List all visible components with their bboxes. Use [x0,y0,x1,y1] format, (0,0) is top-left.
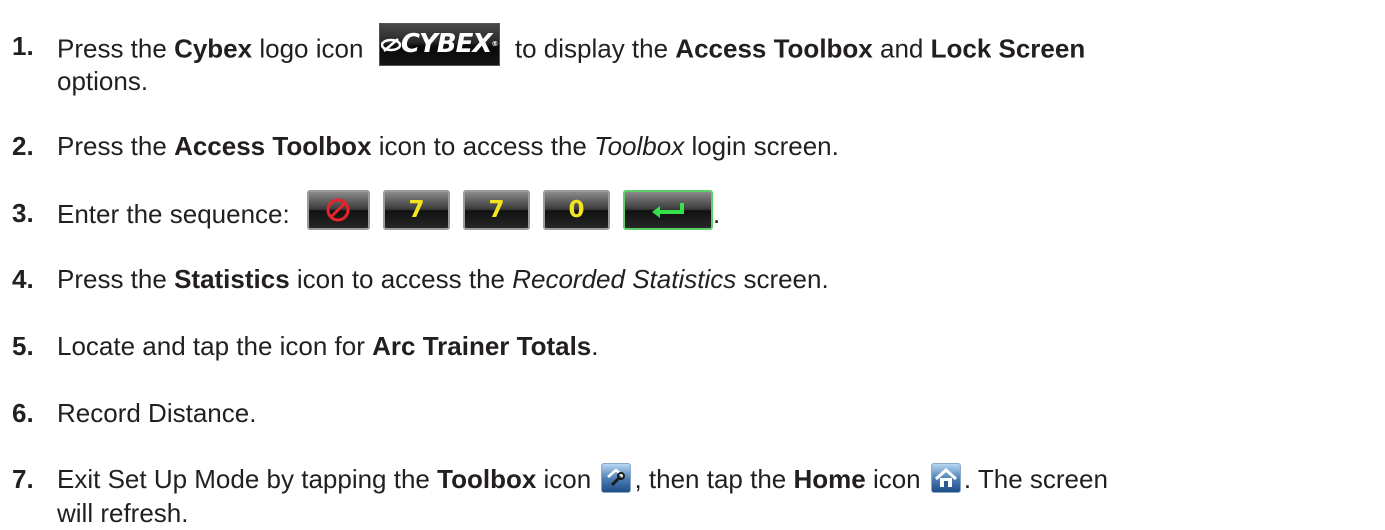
step-number: 6. [12,398,34,428]
step-number: 5. [12,331,34,361]
step-number: 2. [12,131,34,161]
toolbox-icon [601,463,632,494]
cybex-logo-icon: CYBEX® [378,23,500,66]
step-number: 7. [12,464,34,494]
enter-key-icon [622,190,713,230]
digit-key-icon: 7 [382,190,450,230]
key-sequence: 7 7 0 [306,190,713,230]
home-icon [930,463,961,494]
digit-key-icon: 7 [462,190,530,230]
digit-key-icon: 0 [542,190,610,230]
cancel-key-icon [306,190,370,230]
step-number: 3. [12,198,34,228]
step-number: 1. [12,31,34,61]
step-number: 4. [12,264,34,294]
